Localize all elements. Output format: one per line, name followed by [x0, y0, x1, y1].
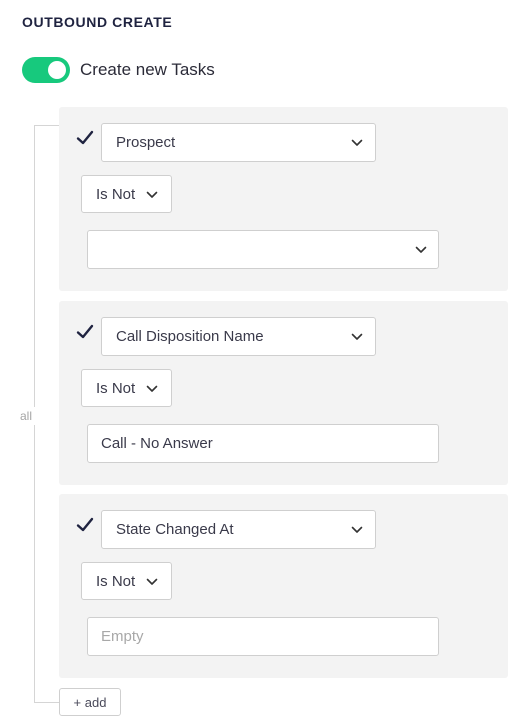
toggle-knob [48, 61, 66, 79]
check-icon[interactable] [76, 516, 94, 534]
add-condition-button[interactable]: + add [59, 688, 121, 716]
field-select-value: Prospect [116, 134, 176, 151]
section-title: OUTBOUND CREATE [22, 14, 173, 30]
group-match-label: all [16, 407, 37, 425]
operator-select-value: Is Not [96, 185, 136, 203]
create-tasks-toggle-row: Create new Tasks [22, 57, 215, 83]
operator-select[interactable]: Is Not [81, 369, 172, 407]
value-input[interactable]: Empty [87, 617, 439, 656]
chevron-down-icon [146, 385, 158, 392]
operator-select[interactable]: Is Not [81, 175, 172, 213]
condition-card: Prospect Is Not [59, 107, 508, 291]
condition-card: Call Disposition Name Is Not Call - No A… [59, 301, 508, 485]
chevron-down-icon [351, 139, 363, 146]
operator-select-value: Is Not [96, 379, 136, 397]
group-bracket [34, 125, 60, 703]
check-icon[interactable] [76, 323, 94, 341]
chevron-down-icon [415, 246, 427, 253]
condition-card: State Changed At Is Not Empty [59, 494, 508, 678]
field-select-value: Call Disposition Name [116, 328, 264, 345]
value-input[interactable]: Call - No Answer [87, 424, 439, 463]
chevron-down-icon [146, 578, 158, 585]
field-select[interactable]: State Changed At [101, 510, 376, 549]
chevron-down-icon [146, 191, 158, 198]
check-icon[interactable] [76, 129, 94, 147]
toggle-label: Create new Tasks [80, 60, 215, 79]
chevron-down-icon [351, 333, 363, 340]
field-select-value: State Changed At [116, 521, 234, 538]
value-select[interactable] [87, 230, 439, 269]
field-select[interactable]: Call Disposition Name [101, 317, 376, 356]
chevron-down-icon [351, 526, 363, 533]
field-select[interactable]: Prospect [101, 123, 376, 162]
operator-select-value: Is Not [96, 572, 136, 590]
operator-select[interactable]: Is Not [81, 562, 172, 600]
create-tasks-toggle[interactable] [22, 57, 70, 83]
